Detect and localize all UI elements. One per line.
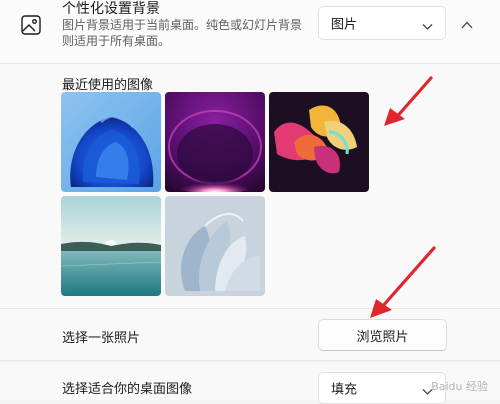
- purple-glow-image: [165, 92, 265, 192]
- background-type-value: 图片: [331, 17, 358, 33]
- recent-image-blue-bloom[interactable]: [61, 92, 161, 192]
- page-title: 个性化设置背景: [62, 1, 160, 17]
- paper-bloom-image: [165, 196, 265, 296]
- recent-images-label: 最近使用的图像: [62, 78, 154, 93]
- blue-bloom-image: [61, 92, 161, 192]
- page-subtitle: 图片背景适用于当前桌面。纯色或幻灯片背景则适用于所有桌面。: [62, 18, 303, 48]
- recent-image-lake-landscape[interactable]: [61, 196, 161, 296]
- chevron-down-icon: [422, 20, 433, 30]
- recent-images-section: 最近使用的图像: [0, 64, 500, 309]
- background-type-dropdown[interactable]: 图片: [318, 6, 446, 40]
- recent-image-purple-glow[interactable]: [165, 92, 265, 192]
- lake-landscape-image: [61, 196, 161, 296]
- background-settings-header: 个性化设置背景 图片背景适用于当前桌面。纯色或幻灯片背景则适用于所有桌面。 图片: [0, 0, 500, 64]
- recent-image-colorful-ribbon[interactable]: [269, 92, 369, 192]
- browse-photos-button[interactable]: 浏览照片: [318, 319, 447, 351]
- choose-photo-label: 选择一张照片: [62, 331, 141, 346]
- colorful-ribbon-image: [269, 92, 369, 192]
- chevron-up-icon: [461, 14, 473, 33]
- fit-image-row: 选择适合你的桌面图像 填充: [0, 362, 500, 404]
- picture-icon: [20, 14, 42, 36]
- fit-image-label: 选择适合你的桌面图像: [62, 382, 193, 397]
- fit-dropdown[interactable]: 填充: [318, 372, 446, 404]
- fit-value: 填充: [331, 382, 358, 398]
- collapse-button[interactable]: [454, 10, 480, 36]
- browse-photo-row: 选择一张照片 浏览照片: [0, 309, 500, 361]
- recent-image-paper-bloom[interactable]: [165, 196, 265, 296]
- watermark: Baidu 经验: [431, 380, 488, 393]
